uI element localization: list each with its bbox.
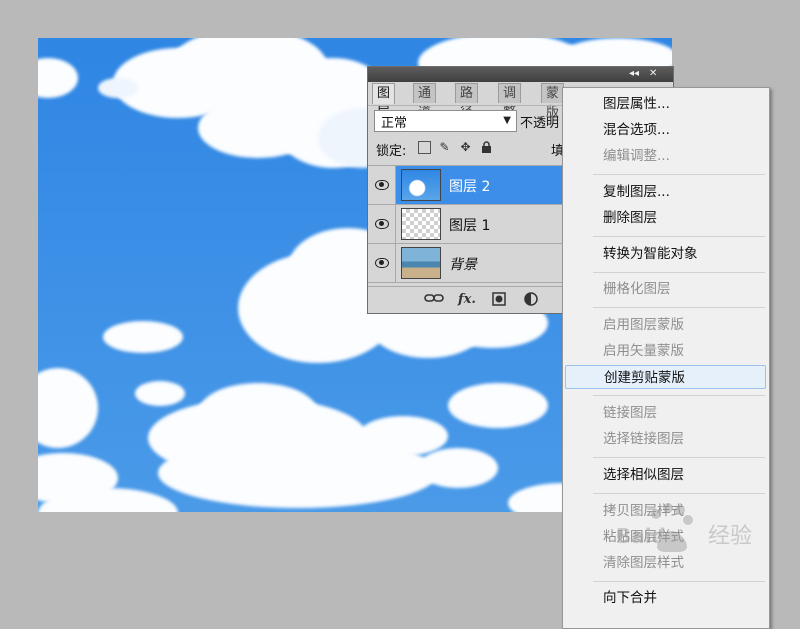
menu-item-merge-down[interactable]: 向下合并 [565, 586, 766, 610]
eye-icon [375, 219, 389, 229]
dropdown-arrow-icon: ▼ [503, 115, 511, 126]
menu-item-edit-adjustment[interactable]: 编辑调整... [565, 144, 766, 168]
visibility-toggle[interactable] [368, 166, 396, 204]
menu-item-enable-layer-mask[interactable]: 启用图层蒙版 [565, 313, 766, 337]
menu-separator [593, 581, 765, 582]
watermark-brand: Baidu [616, 524, 680, 548]
baidu-watermark: Baidu 经验 [616, 498, 766, 578]
opacity-label: 不透明 [520, 116, 560, 131]
tab-adjustments[interactable]: 调整 [498, 83, 522, 120]
adjustment-icon[interactable] [524, 292, 538, 310]
blend-mode-value: 正常 [381, 116, 408, 131]
menu-separator [593, 236, 765, 237]
layer-name: 背景 [449, 257, 477, 273]
menu-item-convert-smart-object[interactable]: 转换为智能对象 [565, 242, 766, 266]
menu-item-link-layers[interactable]: 链接图层 [565, 401, 766, 425]
mask-icon[interactable] [492, 292, 506, 310]
menu-separator [593, 395, 765, 396]
menu-separator [593, 272, 765, 273]
panel-titlebar[interactable]: ◂◂ ✕ [368, 67, 673, 82]
watermark-text: 经验 [708, 524, 752, 549]
visibility-toggle[interactable] [368, 205, 396, 243]
brush-icon[interactable]: ✎ [438, 141, 451, 154]
close-icon[interactable]: ✕ [649, 68, 657, 80]
collapse-icon[interactable]: ◂◂ [629, 68, 639, 80]
menu-item-rasterize-layer[interactable]: 栅格化图层 [565, 277, 766, 301]
menu-item-create-clipping-mask[interactable]: 创建剪贴蒙版 [565, 365, 766, 389]
tab-channels[interactable]: 通道 [413, 83, 437, 120]
eye-icon [375, 258, 389, 268]
menu-item-layer-properties[interactable]: 图层属性... [565, 92, 766, 116]
menu-item-enable-vector-mask[interactable]: 启用矢量蒙版 [565, 339, 766, 363]
menu-item-select-linked-layers[interactable]: 选择链接图层 [565, 427, 766, 451]
move-icon[interactable]: ✥ [459, 141, 472, 154]
menu-item-delete-layer[interactable]: 删除图层 [565, 206, 766, 230]
tab-layers[interactable]: 图层 [372, 83, 396, 120]
menu-item-select-similar-layers[interactable]: 选择相似图层 [565, 463, 766, 487]
tab-paths[interactable]: 路径 [455, 83, 479, 120]
lock-icon[interactable] [480, 141, 493, 154]
menu-item-blending-options[interactable]: 混合选项... [565, 118, 766, 142]
menu-separator [593, 307, 765, 308]
visibility-toggle[interactable] [368, 244, 396, 282]
lock-label: 锁定: [376, 144, 407, 159]
layer-thumbnail [401, 247, 441, 279]
menu-separator [593, 457, 765, 458]
layer-thumbnail [401, 169, 441, 201]
eye-icon [375, 180, 389, 190]
tab-masks[interactable]: 蒙版 [541, 83, 565, 120]
layer-thumbnail [401, 208, 441, 240]
layer-name: 图层 1 [449, 218, 491, 234]
menu-separator [593, 174, 765, 175]
menu-separator [593, 493, 765, 494]
layer-name: 图层 2 [449, 179, 491, 195]
link-icon[interactable] [424, 292, 444, 308]
fx-icon[interactable]: fx. [458, 292, 476, 307]
lock-transparent-icon[interactable] [418, 141, 431, 154]
menu-item-duplicate-layer[interactable]: 复制图层... [565, 180, 766, 204]
blend-mode-select[interactable]: 正常 ▼ [374, 110, 517, 132]
